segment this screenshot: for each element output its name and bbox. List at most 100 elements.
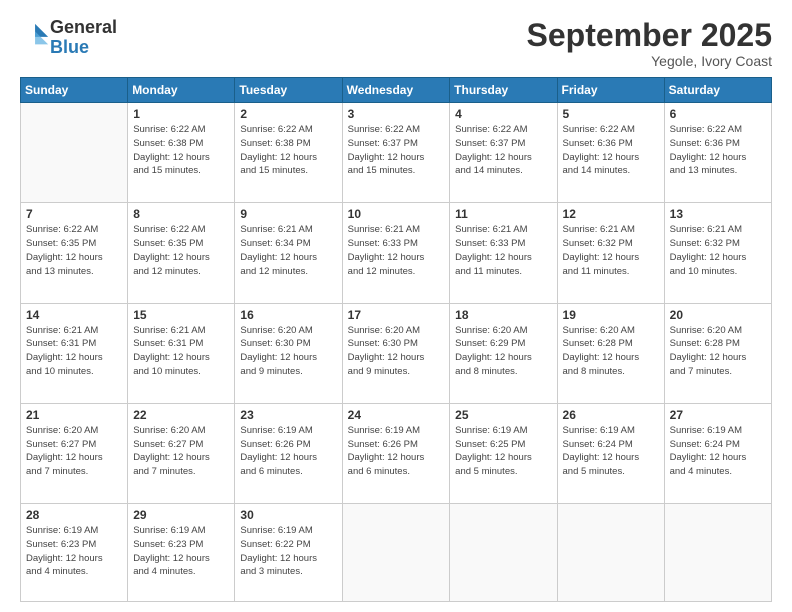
day-info: Sunrise: 6:20 AM Sunset: 6:30 PM Dayligh…	[348, 324, 445, 379]
title-block: September 2025 Yegole, Ivory Coast	[527, 18, 772, 69]
day-cell: 9 Sunrise: 6:21 AM Sunset: 6:34 PM Daylig…	[235, 203, 342, 303]
day-cell: 27 Sunrise: 6:19 AM Sunset: 6:24 PM Dayli…	[664, 403, 771, 503]
weekday-monday: Monday	[128, 78, 235, 103]
location: Yegole, Ivory Coast	[527, 53, 772, 69]
day-info: Sunrise: 6:22 AM Sunset: 6:36 PM Dayligh…	[670, 123, 766, 178]
day-cell: 8Sunrise: 6:22 AM Sunset: 6:35 PM Daylig…	[128, 203, 235, 303]
day-cell: 26Sunrise: 6:19 AM Sunset: 6:24 PM Dayli…	[557, 403, 664, 503]
day-number: 10	[348, 207, 445, 221]
logo-general: General	[50, 18, 117, 38]
week-row-4: 21 Sunrise: 6:20 AM Sunset: 6:27 PM Dayli…	[21, 403, 772, 503]
day-number: 23	[240, 408, 336, 422]
day-number: 6	[670, 107, 766, 121]
day-number: 22	[133, 408, 229, 422]
day-number: 21	[26, 408, 122, 422]
day-cell: 16Sunrise: 6:20 AM Sunset: 6:30 PM Dayli…	[235, 303, 342, 403]
day-cell	[450, 504, 557, 602]
day-info: Sunrise: 6:21 AM Sunset: 6:32 PM Dayligh…	[670, 223, 766, 278]
day-cell	[557, 504, 664, 602]
day-number: 17	[348, 308, 445, 322]
day-cell: 24 Sunrise: 6:19 AM Sunset: 6:26 PM Dayli…	[342, 403, 450, 503]
weekday-friday: Friday	[557, 78, 664, 103]
day-info: Sunrise: 6:22 AM Sunset: 6:35 PM Dayligh…	[26, 223, 122, 278]
day-info: Sunrise: 6:21 AM Sunset: 6:32 PM Dayligh…	[563, 223, 659, 278]
day-cell: 2Sunrise: 6:22 AM Sunset: 6:38 PM Daylig…	[235, 103, 342, 203]
logo: General Blue	[20, 18, 117, 58]
day-number: 20	[670, 308, 766, 322]
weekday-wednesday: Wednesday	[342, 78, 450, 103]
day-info: Sunrise: 6:19 AM Sunset: 6:22 PM Dayligh…	[240, 524, 336, 579]
day-info: Sunrise: 6:21 AM Sunset: 6:31 PM Dayligh…	[26, 324, 122, 379]
day-cell: 10 Sunrise: 6:21 AM Sunset: 6:33 PM Dayli…	[342, 203, 450, 303]
day-cell: 30Sunrise: 6:19 AM Sunset: 6:22 PM Dayli…	[235, 504, 342, 602]
day-info: Sunrise: 6:19 AM Sunset: 6:25 PM Dayligh…	[455, 424, 551, 479]
day-number: 15	[133, 308, 229, 322]
day-info: Sunrise: 6:21 AM Sunset: 6:31 PM Dayligh…	[133, 324, 229, 379]
day-info: Sunrise: 6:22 AM Sunset: 6:38 PM Dayligh…	[133, 123, 229, 178]
day-info: Sunrise: 6:22 AM Sunset: 6:37 PM Dayligh…	[455, 123, 551, 178]
day-info: Sunrise: 6:19 AM Sunset: 6:24 PM Dayligh…	[563, 424, 659, 479]
day-cell	[21, 103, 128, 203]
day-number: 3	[348, 107, 445, 121]
day-cell: 25Sunrise: 6:19 AM Sunset: 6:25 PM Dayli…	[450, 403, 557, 503]
day-info: Sunrise: 6:19 AM Sunset: 6:26 PM Dayligh…	[240, 424, 336, 479]
day-info: Sunrise: 6:22 AM Sunset: 6:37 PM Dayligh…	[348, 123, 445, 178]
day-info: Sunrise: 6:21 AM Sunset: 6:33 PM Dayligh…	[455, 223, 551, 278]
day-number: 4	[455, 107, 551, 121]
day-number: 28	[26, 508, 122, 522]
day-number: 5	[563, 107, 659, 121]
weekday-thursday: Thursday	[450, 78, 557, 103]
day-number: 2	[240, 107, 336, 121]
day-cell: 21 Sunrise: 6:20 AM Sunset: 6:27 PM Dayli…	[21, 403, 128, 503]
day-info: Sunrise: 6:19 AM Sunset: 6:23 PM Dayligh…	[133, 524, 229, 579]
day-cell: 19 Sunrise: 6:20 AM Sunset: 6:28 PM Dayli…	[557, 303, 664, 403]
day-cell: 3 Sunrise: 6:22 AM Sunset: 6:37 PM Daylig…	[342, 103, 450, 203]
day-number: 18	[455, 308, 551, 322]
day-cell: 23 Sunrise: 6:19 AM Sunset: 6:26 PM Dayli…	[235, 403, 342, 503]
day-cell: 29Sunrise: 6:19 AM Sunset: 6:23 PM Dayli…	[128, 504, 235, 602]
logo-text: General Blue	[50, 18, 117, 58]
week-row-5: 28 Sunrise: 6:19 AM Sunset: 6:23 PM Dayli…	[21, 504, 772, 602]
day-info: Sunrise: 6:20 AM Sunset: 6:28 PM Dayligh…	[563, 324, 659, 379]
day-number: 24	[348, 408, 445, 422]
day-number: 12	[563, 207, 659, 221]
day-cell: 6 Sunrise: 6:22 AM Sunset: 6:36 PM Daylig…	[664, 103, 771, 203]
day-info: Sunrise: 6:19 AM Sunset: 6:24 PM Dayligh…	[670, 424, 766, 479]
day-cell: 15 Sunrise: 6:21 AM Sunset: 6:31 PM Dayli…	[128, 303, 235, 403]
day-info: Sunrise: 6:20 AM Sunset: 6:27 PM Dayligh…	[133, 424, 229, 479]
weekday-saturday: Saturday	[664, 78, 771, 103]
day-info: Sunrise: 6:22 AM Sunset: 6:36 PM Dayligh…	[563, 123, 659, 178]
day-cell	[664, 504, 771, 602]
day-number: 7	[26, 207, 122, 221]
day-info: Sunrise: 6:21 AM Sunset: 6:33 PM Dayligh…	[348, 223, 445, 278]
day-info: Sunrise: 6:19 AM Sunset: 6:23 PM Dayligh…	[26, 524, 122, 579]
day-cell: 20 Sunrise: 6:20 AM Sunset: 6:28 PM Dayli…	[664, 303, 771, 403]
day-number: 19	[563, 308, 659, 322]
day-number: 9	[240, 207, 336, 221]
header: General Blue September 2025 Yegole, Ivor…	[20, 18, 772, 69]
day-cell: 12 Sunrise: 6:21 AM Sunset: 6:32 PM Dayli…	[557, 203, 664, 303]
weekday-sunday: Sunday	[21, 78, 128, 103]
day-number: 8	[133, 207, 229, 221]
week-row-3: 14 Sunrise: 6:21 AM Sunset: 6:31 PM Dayli…	[21, 303, 772, 403]
day-cell: 17 Sunrise: 6:20 AM Sunset: 6:30 PM Dayli…	[342, 303, 450, 403]
day-info: Sunrise: 6:20 AM Sunset: 6:28 PM Dayligh…	[670, 324, 766, 379]
day-cell: 13 Sunrise: 6:21 AM Sunset: 6:32 PM Dayli…	[664, 203, 771, 303]
day-cell: 22 Sunrise: 6:20 AM Sunset: 6:27 PM Dayli…	[128, 403, 235, 503]
logo-blue: Blue	[50, 38, 117, 58]
month-title: September 2025	[527, 18, 772, 53]
day-cell: 28 Sunrise: 6:19 AM Sunset: 6:23 PM Dayli…	[21, 504, 128, 602]
day-info: Sunrise: 6:20 AM Sunset: 6:27 PM Dayligh…	[26, 424, 122, 479]
day-info: Sunrise: 6:21 AM Sunset: 6:34 PM Dayligh…	[240, 223, 336, 278]
day-cell	[342, 504, 450, 602]
weekday-tuesday: Tuesday	[235, 78, 342, 103]
day-number: 14	[26, 308, 122, 322]
day-number: 27	[670, 408, 766, 422]
day-number: 13	[670, 207, 766, 221]
day-info: Sunrise: 6:19 AM Sunset: 6:26 PM Dayligh…	[348, 424, 445, 479]
day-info: Sunrise: 6:20 AM Sunset: 6:29 PM Dayligh…	[455, 324, 551, 379]
logo-icon	[22, 22, 50, 50]
week-row-1: 1Sunrise: 6:22 AM Sunset: 6:38 PM Daylig…	[21, 103, 772, 203]
day-cell: 4 Sunrise: 6:22 AM Sunset: 6:37 PM Daylig…	[450, 103, 557, 203]
day-cell: 1Sunrise: 6:22 AM Sunset: 6:38 PM Daylig…	[128, 103, 235, 203]
